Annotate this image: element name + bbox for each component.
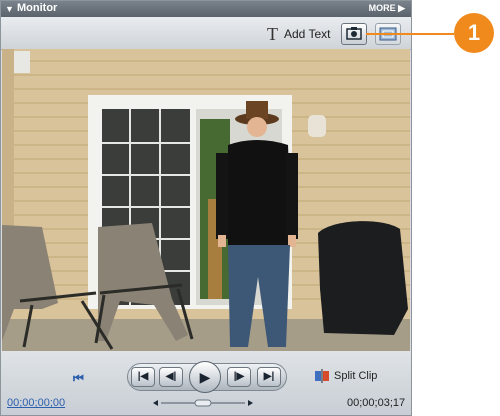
- split-clip-icon: [315, 369, 329, 383]
- add-text-label: Add Text: [284, 27, 331, 41]
- freeze-frame-button[interactable]: [341, 23, 367, 45]
- video-preview[interactable]: [2, 49, 410, 351]
- duration-timecode: 00;00;03;17: [347, 397, 406, 409]
- callout-badge: 1: [454, 13, 494, 53]
- add-text-button[interactable]: T Add Text: [267, 25, 330, 43]
- go-to-start-icon[interactable]: ⏮: [73, 371, 84, 386]
- step-forward-button[interactable]: |▶: [227, 367, 251, 387]
- play-button[interactable]: ▶: [189, 361, 221, 393]
- callout-line: [366, 33, 454, 35]
- text-t-icon: T: [267, 24, 278, 44]
- panel-title: Monitor: [17, 2, 58, 14]
- more-label: MORE: [368, 3, 396, 13]
- shuttle-slider[interactable]: [153, 399, 253, 407]
- split-clip-button[interactable]: Split Clip: [315, 369, 377, 383]
- go-to-next-edit-button[interactable]: ▶|: [257, 367, 281, 387]
- monitor-panel: ▼ Monitor MORE ▶ T Add Text ⏮ |◀ ◀| ▶ |▶…: [0, 0, 412, 416]
- more-button[interactable]: MORE ▶: [369, 3, 405, 14]
- video-frame-image: [2, 49, 410, 351]
- go-to-previous-edit-button[interactable]: |◀: [131, 367, 155, 387]
- current-timecode[interactable]: 00;00;00;00: [7, 397, 65, 409]
- monitor-titlebar: ▼ Monitor MORE ▶: [1, 1, 411, 17]
- step-back-button[interactable]: ◀|: [159, 367, 183, 387]
- split-clip-label: Split Clip: [334, 370, 378, 382]
- camera-icon: [346, 27, 362, 40]
- collapse-triangle-icon[interactable]: ▼: [5, 4, 14, 14]
